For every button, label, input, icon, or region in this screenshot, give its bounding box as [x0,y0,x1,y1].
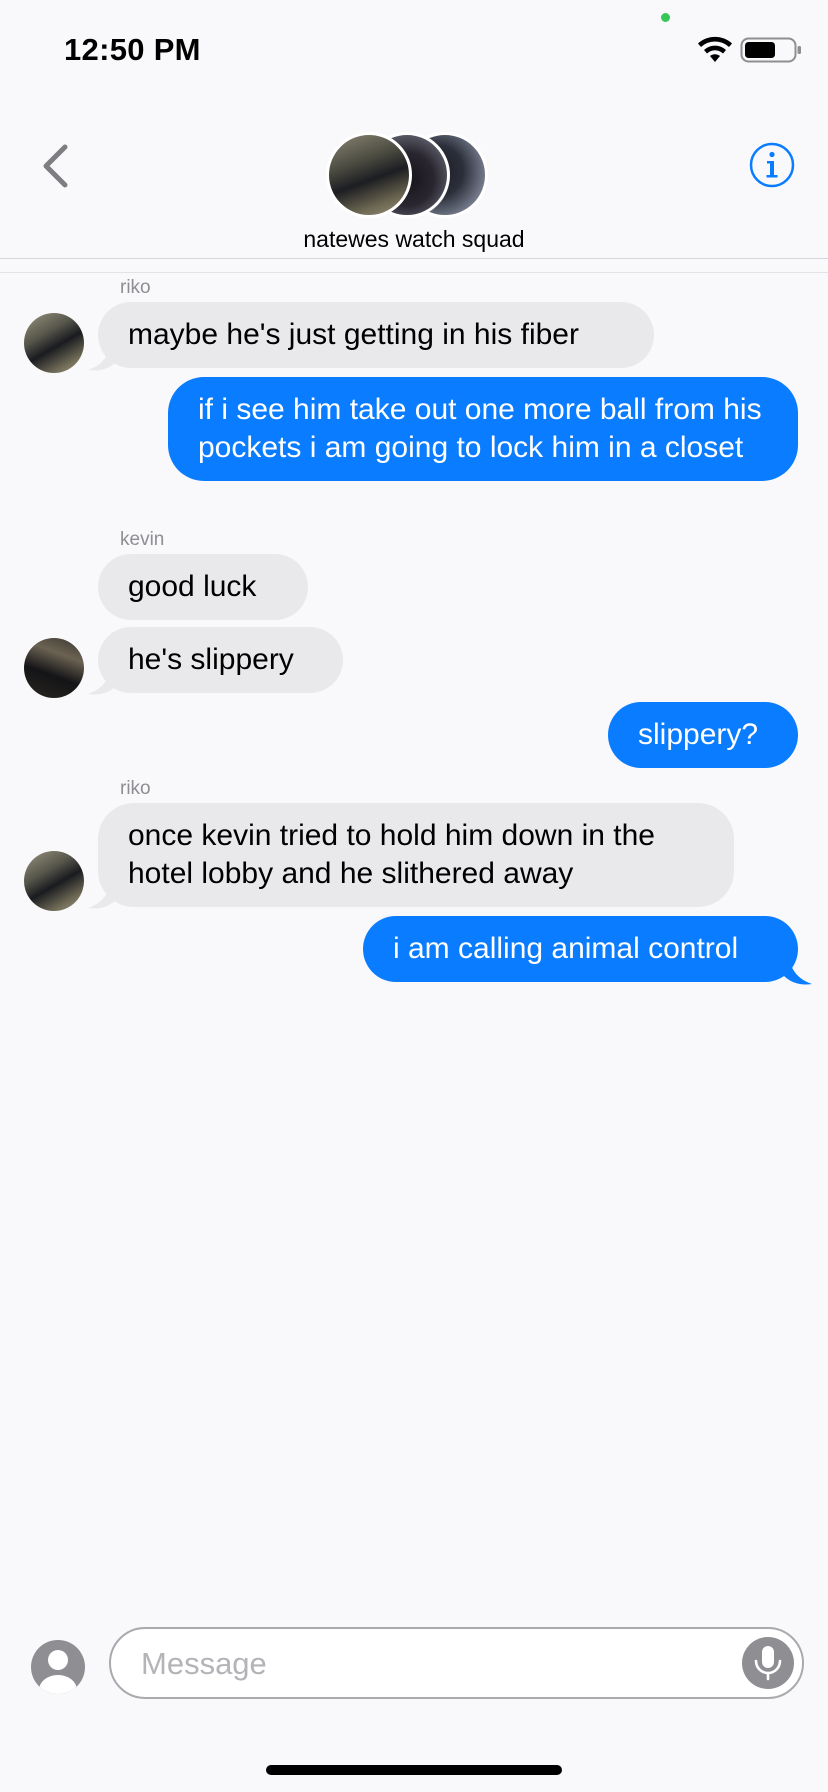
avatar[interactable] [24,851,84,911]
privacy-indicator-dot [661,13,670,22]
person-icon [31,1640,85,1694]
header-divider [0,272,828,273]
battery-icon [740,37,801,63]
info-icon [749,142,795,188]
message-bubble-outgoing[interactable]: if i see him take out one more ball from… [168,377,798,481]
avatar[interactable] [24,638,84,698]
home-indicator[interactable] [266,1765,562,1775]
sender-name: riko [120,778,151,799]
group-name[interactable]: natewes watch squad [0,226,828,253]
message-bubble-incoming[interactable]: once kevin tried to hold him down in the… [98,803,734,907]
microphone-button[interactable] [742,1637,794,1689]
messages-screen: 12:50 PM natewes watch squad riko maybe … [0,0,828,1792]
message-bubble-outgoing[interactable]: i am calling animal control [363,916,798,982]
status-time: 12:50 PM [64,32,201,67]
header-divider [0,258,828,259]
message-input-container[interactable] [109,1627,804,1699]
message-input[interactable] [139,1629,733,1699]
sender-name: kevin [120,529,165,550]
message-bubble-outgoing[interactable]: slippery? [608,702,798,768]
avatar [326,132,412,218]
chevron-left-icon [43,144,68,188]
sender-name: riko [120,277,151,298]
back-button[interactable] [30,136,80,196]
message-bubble-incoming[interactable]: maybe he's just getting in his fiber [98,302,654,368]
info-button[interactable] [748,141,796,189]
microphone-icon [754,1646,782,1681]
wifi-icon [698,36,732,62]
avatar[interactable] [24,313,84,373]
group-avatars[interactable] [326,132,490,218]
message-bubble-incoming[interactable]: good luck [98,554,308,620]
contact-button[interactable] [31,1640,85,1694]
message-bubble-incoming[interactable]: he's slippery [98,627,343,693]
